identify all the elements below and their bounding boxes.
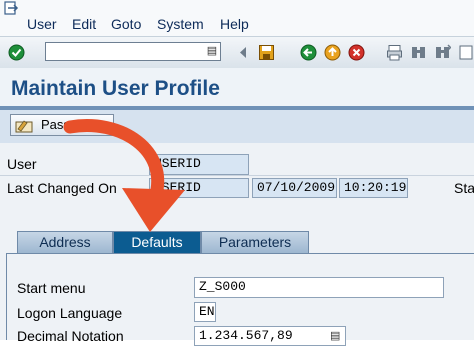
tab-address[interactable]: Address (17, 231, 113, 253)
page-title: Maintain User Profile (11, 77, 220, 100)
password-edit-icon (15, 120, 33, 133)
back-icon[interactable] (300, 44, 317, 61)
row-divider (0, 175, 474, 176)
cancel-icon[interactable] (348, 44, 365, 61)
decimal-notation-select[interactable]: 1.234.567,89 (194, 326, 346, 346)
last-changed-by-field: USERID (149, 178, 249, 198)
decimal-notation-dropdown-icon[interactable]: ▤ (330, 329, 340, 342)
print-icon[interactable] (386, 44, 403, 61)
status-label: Sta (454, 180, 474, 196)
menu-system[interactable]: System (157, 16, 204, 32)
command-history-icon[interactable]: ▤ (206, 45, 218, 58)
arrow-left-icon[interactable] (235, 44, 252, 61)
decimal-notation-label: Decimal Notation (17, 328, 124, 344)
last-changed-date-field: 07/10/2009 (252, 178, 337, 198)
logon-language-label: Logon Language (17, 305, 123, 321)
menu-edit[interactable]: Edit (72, 16, 96, 32)
start-menu-input[interactable]: Z_S000 (194, 277, 444, 298)
menu-help[interactable]: Help (220, 16, 249, 32)
sap-menu-icon[interactable] (4, 1, 20, 15)
user-label: User (7, 156, 37, 172)
last-changed-label: Last Changed On (7, 180, 117, 196)
last-changed-time-field: 10:20:19 (339, 178, 408, 198)
enter-icon[interactable] (8, 44, 25, 61)
user-field: USERID (149, 154, 249, 175)
exit-icon[interactable] (324, 44, 341, 61)
first-page-icon[interactable] (458, 44, 474, 61)
find-next-icon[interactable] (434, 44, 451, 61)
logon-language-input[interactable]: EN (194, 302, 216, 322)
menu-user[interactable]: User (27, 16, 57, 32)
password-button-label: Password (41, 117, 99, 132)
tab-defaults[interactable]: Defaults (113, 231, 201, 253)
command-field[interactable] (45, 42, 221, 61)
save-icon[interactable] (258, 44, 275, 61)
tab-parameters[interactable]: Parameters (201, 231, 309, 253)
find-icon[interactable] (410, 44, 427, 61)
menu-goto[interactable]: Goto (111, 16, 141, 32)
standard-toolbar: ▤ (0, 36, 474, 70)
password-button[interactable]: Password (10, 114, 114, 136)
start-menu-label: Start menu (17, 280, 86, 296)
